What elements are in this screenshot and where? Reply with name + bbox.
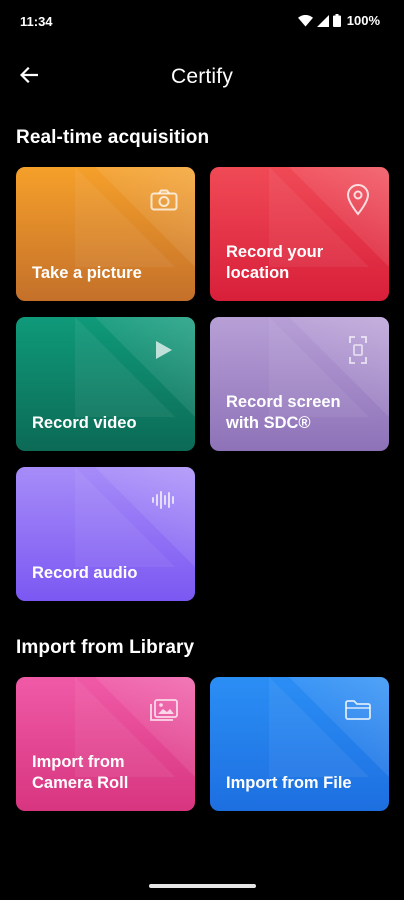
status-icons: 100% [297,13,380,28]
record-screen-card[interactable]: Record screen with SDC® [210,317,389,451]
take-picture-card[interactable]: Take a picture [16,167,195,301]
battery-icon [332,14,341,27]
record-location-card[interactable]: Record your location [210,167,389,301]
record-video-card[interactable]: Record video [16,317,195,451]
screen: 11:34 100% Certify Real-time acquisition [0,0,404,900]
battery-percent: 100% [346,13,380,28]
app-bar: Certify [0,52,404,102]
folder-icon [343,695,373,725]
play-icon [149,335,179,365]
image-icon [149,695,179,725]
card-label: Import from Camera Roll [32,753,129,792]
status-time: 11:34 [20,14,53,29]
card-label: Record audio [32,564,138,582]
section-title-realtime: Real-time acquisition [16,127,210,148]
camera-icon [149,185,179,215]
card-label: Record video [32,414,137,432]
location-pin-icon [343,184,373,216]
card-label: Take a picture [32,264,142,282]
wifi-icon [297,14,313,27]
home-indicator[interactable] [149,884,256,888]
status-bar: 11:34 100% [0,0,404,44]
card-label: Record your location [226,243,324,282]
card-label: Record screen with SDC® [226,393,341,432]
import-file-card[interactable]: Import from File [210,677,389,811]
import-camera-roll-card[interactable]: Import from Camera Roll [16,677,195,811]
screen-record-icon [343,335,373,365]
card-label: Import from File [226,774,352,792]
record-audio-card[interactable]: Record audio [16,467,195,601]
waveform-icon [149,485,179,515]
cellular-signal-icon [316,14,329,27]
section-title-library: Import from Library [16,637,195,658]
page-title: Certify [170,65,234,88]
